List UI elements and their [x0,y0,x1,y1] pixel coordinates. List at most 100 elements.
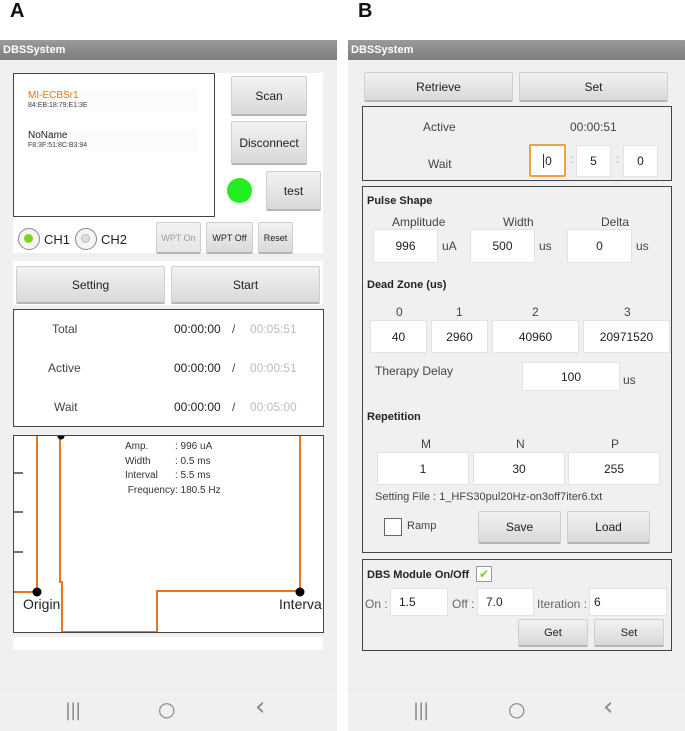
therapy-delay-input[interactable]: 100 [522,362,620,391]
waveform-info: Amp.: 996 uA Width: 0.5 ms Interval: 5.5… [119,440,221,498]
ramp-checkbox[interactable] [384,518,402,536]
dbs-set-button[interactable]: Set [594,619,664,647]
retrieve-button[interactable]: Retrieve [364,72,513,102]
dead-zone-label: 2 [532,305,539,319]
info-value: : 180.5 Hz [175,484,221,496]
device-item[interactable]: NoName F8:3F:51:8C:B3:94 [28,130,198,152]
device-item[interactable]: MI-ECBSr1 84:EB:18:79:E1:3E [28,90,198,112]
device-mac: 84:EB:18:79:E1:3E [28,102,88,109]
ch2-label: CH2 [101,232,128,247]
repetition-p-input[interactable]: 255 [568,452,660,485]
app-title: DBSSystem [0,40,337,60]
iteration-input[interactable]: 6 [589,588,667,616]
dbs-module-checkbox[interactable]: ✔ [476,566,492,582]
start-button[interactable]: Start [171,266,320,304]
timer-separator: / [232,322,236,336]
origin-label: Origin [23,596,61,612]
active-label: Active [423,120,456,134]
width-input[interactable]: 500 [470,229,535,263]
timer-row-wait: Wait 00:00:00 / 00:05:00 [14,400,323,420]
delta-label: Delta [601,215,630,229]
save-button[interactable]: Save [478,511,561,544]
colon: : [616,152,620,166]
repetition-n-input[interactable]: 30 [473,452,565,485]
dead-zone-2-input[interactable]: 40960 [492,320,579,353]
repetition-title: Repetition [367,411,421,423]
wait-seconds-input[interactable]: 0 [623,145,658,177]
info-key: Interval [125,470,158,481]
timing-box: Active 00:00:51 Wait 0 : 5 : 0 [362,106,672,181]
dbs-module-title: DBS Module On/Off [367,569,470,581]
radio-unchecked-dot [81,234,90,243]
back-icon[interactable]: ‹ [603,692,613,722]
back-icon[interactable]: ‹ [255,692,265,722]
recents-icon[interactable]: ||| [65,700,81,721]
timer-elapsed: 00:00:00 [174,361,221,375]
dead-zone-3-input[interactable]: 20971520 [583,320,670,353]
connection-status-indicator [227,178,252,203]
device-name: NoName [28,130,68,141]
dead-zone-label: 3 [624,305,631,319]
load-button[interactable]: Load [567,511,650,544]
wait-hours-value: 0 [543,153,552,168]
dead-zone-label: 1 [456,305,463,319]
dead-zone-0-input[interactable]: 40 [370,320,427,353]
set-button[interactable]: Set [519,72,668,102]
delta-input[interactable]: 0 [567,229,632,263]
on-input[interactable]: 1.5 [390,588,448,616]
timer-elapsed: 00:00:00 [174,400,221,414]
repetition-m-input[interactable]: 1 [377,452,469,485]
wpt-off-button[interactable]: WPT Off [206,222,253,254]
info-value: : 5.5 ms [175,470,211,481]
reset-button[interactable]: Reset [258,222,293,254]
disconnect-button[interactable]: Disconnect [231,121,307,165]
app-title: DBSSystem [348,40,685,60]
system-nav-bar: ||| ○ ‹ [0,689,337,731]
therapy-delay-unit: us [623,373,636,387]
wpt-on-button[interactable]: WPT On [156,222,201,254]
get-button[interactable]: Get [518,619,588,647]
width-unit: us [539,239,552,253]
timer-total: 00:05:00 [250,400,297,414]
timer-separator: / [232,400,236,414]
test-button[interactable]: test [266,171,321,211]
device-mac: F8:3F:51:8C:B3:94 [28,142,88,149]
setting-file-label: Setting File : 1_HFS30pul20Hz-on3off7ite… [375,491,603,503]
top-marker [57,436,65,440]
dbs-module-box: DBS Module On/Off ✔ On : 1.5 Off : 7.0 I… [362,559,672,651]
therapy-delay-label: Therapy Delay [375,364,454,378]
off-input[interactable]: 7.0 [477,588,534,616]
pulse-shape-title: Pulse Shape [367,195,433,207]
dead-zone-title: Dead Zone (us) [367,279,447,291]
info-key: Amp. [125,441,149,452]
setting-button[interactable]: Setting [16,266,165,304]
repetition-n-label: N [516,437,525,451]
ch2-radio[interactable] [75,228,97,250]
recents-icon[interactable]: ||| [413,700,429,721]
amplitude-label: Amplitude [392,215,446,229]
on-label: On : [365,597,388,611]
footer-strip [13,637,323,651]
timer-table: Total 00:00:00 / 00:05:51 Active 00:00:0… [13,309,324,427]
wait-hours-input[interactable]: 0 [529,144,566,177]
dead-zone-1-input[interactable]: 2960 [431,320,488,353]
timer-elapsed: 00:00:00 [174,322,221,336]
wait-minutes-input[interactable]: 5 [576,145,611,177]
interval-label: Interva [279,596,322,612]
scan-button[interactable]: Scan [231,76,307,116]
panel-label-a: A [10,0,25,22]
device-name: MI-ECBSr1 [28,90,79,101]
repetition-m-label: M [421,437,431,451]
repetition-p-label: P [611,437,620,451]
ch1-radio[interactable] [18,228,40,250]
waveform-plot: Origin Interva Amp.: 996 uA Width: 0.5 m… [13,435,324,633]
phone-screen-b: DBSSystem Retrieve Set Active 00:00:51 W… [348,40,685,731]
system-nav-bar: ||| ○ ‹ [348,689,685,731]
home-icon[interactable]: ○ [158,697,175,721]
phone-screen-a: DBSSystem MI-ECBSr1 84:EB:18:79:E1:3E No… [0,40,337,731]
home-icon[interactable]: ○ [508,697,525,721]
amplitude-input[interactable]: 996 [373,229,438,263]
timer-label: Wait [54,400,78,414]
settings-box: Pulse Shape Amplitude Width Delta 996 uA… [362,186,672,553]
timer-label: Total [52,322,78,336]
